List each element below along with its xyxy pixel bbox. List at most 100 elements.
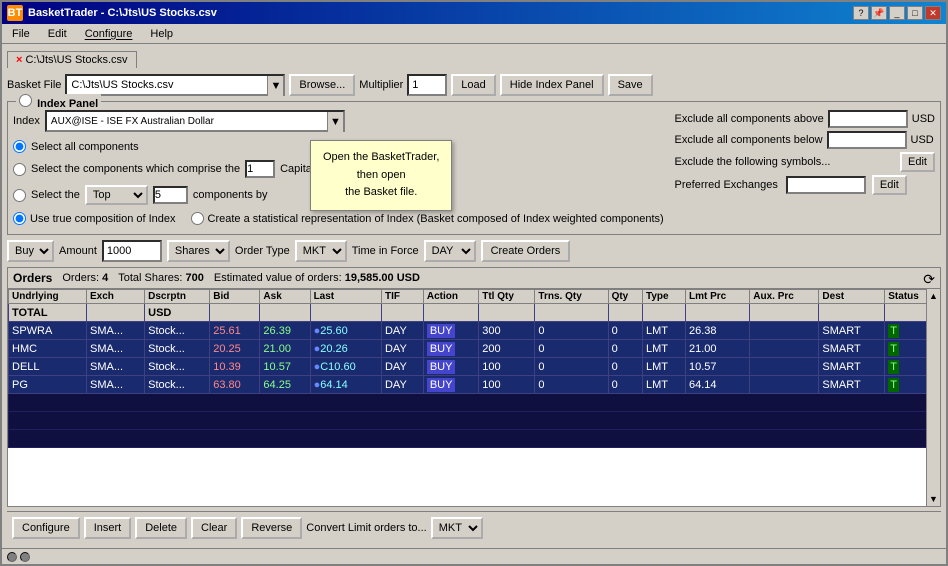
side-select[interactable]: Buy Sell <box>7 240 54 262</box>
order-type-select[interactable]: MKT LMT <box>295 240 347 262</box>
col-dest: Dest <box>819 290 885 304</box>
window-title: BasketTrader - C:\Jts\US Stocks.csv <box>28 7 217 19</box>
create-stat-radio[interactable] <box>191 212 204 225</box>
convert-select[interactable]: MKT LMT <box>431 517 483 539</box>
minimize-button[interactable]: _ <box>889 6 905 20</box>
col-underlying: Undrlying <box>9 290 87 304</box>
basket-file-arrow[interactable]: ▼ <box>267 76 283 96</box>
orders-table: Undrlying Exch Dscrptn Bid Ask Last TIF … <box>8 289 940 448</box>
col-qty: Qty <box>608 290 642 304</box>
menu-configure[interactable]: Configure <box>80 27 138 41</box>
menu-help[interactable]: Help <box>145 27 178 41</box>
status-bar <box>2 548 946 564</box>
index-label: Index <box>13 115 40 127</box>
main-window: BT BasketTrader - C:\Jts\US Stocks.csv ?… <box>0 0 948 566</box>
clear-button[interactable]: Clear <box>191 517 237 539</box>
insert-button[interactable]: Insert <box>84 517 132 539</box>
table-row[interactable]: SPWRA SMA... Stock... 25.61 26.39 ●25.60… <box>9 322 940 340</box>
table-row[interactable]: HMC SMA... Stock... 20.25 21.00 ●20.26 D… <box>9 340 940 358</box>
scroll-down-btn[interactable]: ▼ <box>927 492 940 506</box>
index-combo[interactable]: AUX@ISE - ISE FX Australian Dollar ▼ <box>45 110 345 132</box>
table-row-empty <box>9 430 940 448</box>
order-bar: Buy Sell Amount Shares Dollars Order Typ… <box>7 239 941 263</box>
comprise-input[interactable] <box>245 160 275 178</box>
menu-file[interactable]: File <box>7 27 35 41</box>
select-comprise-label: Select the components which comprise the <box>31 163 240 175</box>
orders-header: Orders Orders: 4 Total Shares: 700 Estim… <box>8 268 940 289</box>
col-type: Type <box>642 290 685 304</box>
col-bid: Bid <box>210 290 260 304</box>
tooltip: Open the BasketTrader, then open the Bas… <box>310 140 452 211</box>
edit1-button[interactable]: Edit <box>900 152 935 172</box>
exclude-above-unit: USD <box>912 113 935 125</box>
top-select[interactable]: Top Bottom <box>85 185 148 205</box>
scroll-icon[interactable]: ⟳ <box>923 271 935 288</box>
bottom-toolbar: Configure Insert Delete Clear Reverse Co… <box>7 511 941 543</box>
main-content: Basket File C:\Jts\US Stocks.csv ▼ Brows… <box>2 68 946 548</box>
tab-close-icon[interactable]: × <box>16 54 22 66</box>
time-label: Time in Force <box>352 245 419 257</box>
tooltip-line2: then open <box>323 167 439 185</box>
table-row[interactable]: DELL SMA... Stock... 10.39 10.57 ●C10.60… <box>9 358 940 376</box>
use-true-label: Use true composition of Index <box>30 213 176 225</box>
configure-button[interactable]: Configure <box>12 517 80 539</box>
index-panel-radio[interactable] <box>19 94 32 107</box>
create-orders-button[interactable]: Create Orders <box>481 240 571 262</box>
col-tif: TIF <box>381 290 423 304</box>
delete-button[interactable]: Delete <box>135 517 187 539</box>
title-bar: BT BasketTrader - C:\Jts\US Stocks.csv ?… <box>2 2 946 24</box>
exclude-below-unit: USD <box>911 134 934 146</box>
shares-select[interactable]: Shares Dollars <box>167 240 230 262</box>
table-row[interactable]: PG SMA... Stock... 63.80 64.25 ●64.14 DA… <box>9 376 940 394</box>
exclude-below-label: Exclude all components below <box>675 134 823 146</box>
index-value: AUX@ISE - ISE FX Australian Dollar <box>51 116 214 127</box>
scroll-up-btn[interactable]: ▲ <box>927 289 940 303</box>
menu-edit[interactable]: Edit <box>43 27 72 41</box>
col-ask: Ask <box>260 290 310 304</box>
exclude-below-row: Exclude all components below USD <box>675 131 935 149</box>
load-button[interactable]: Load <box>451 74 495 96</box>
app-icon: BT <box>7 5 23 21</box>
basket-file-label: Basket File <box>7 79 61 91</box>
pin-button[interactable]: 📌 <box>871 6 887 20</box>
hide-panel-button[interactable]: Hide Index Panel <box>500 74 604 96</box>
preferred-row: Preferred Exchanges Edit <box>675 175 935 195</box>
vertical-scrollbar[interactable]: ▲ ▼ <box>926 289 940 506</box>
orders-count: Orders: 4 <box>62 272 108 284</box>
select-top-radio[interactable] <box>13 189 26 202</box>
time-select[interactable]: DAY GTC <box>424 240 476 262</box>
exclude-symbols-label: Exclude the following symbols... <box>675 156 831 168</box>
col-trnsqty: Trns. Qty <box>535 290 608 304</box>
amount-input[interactable] <box>102 240 162 262</box>
index-panel: Index Panel Index AUX@ISE - ISE FX Austr… <box>7 101 941 235</box>
exclude-below-input[interactable] <box>827 131 907 149</box>
index-combo-arrow[interactable]: ▼ <box>327 112 343 132</box>
composition-row: Use true composition of Index Create a s… <box>13 212 667 225</box>
tab-file[interactable]: × C:\Jts\US Stocks.csv <box>7 51 137 68</box>
edit2-button[interactable]: Edit <box>872 175 907 195</box>
browse-button[interactable]: Browse... <box>289 74 355 96</box>
top-suffix-label: components by <box>193 189 268 201</box>
select-all-radio[interactable] <box>13 140 26 153</box>
col-ttlqty: Ttl Qty <box>479 290 535 304</box>
col-exch: Exch <box>87 290 145 304</box>
top-number-input[interactable] <box>153 186 188 204</box>
preferred-label: Preferred Exchanges <box>675 179 778 191</box>
multiplier-input[interactable] <box>407 74 447 96</box>
order-type-label: Order Type <box>235 245 290 257</box>
reverse-button[interactable]: Reverse <box>241 517 302 539</box>
select-comprise-radio[interactable] <box>13 163 26 176</box>
basket-file-combo[interactable]: C:\Jts\US Stocks.csv ▼ <box>65 74 285 96</box>
col-last: Last <box>310 290 381 304</box>
orders-estimated-value: 19,585.00 USD <box>345 272 420 284</box>
exclude-above-input[interactable] <box>828 110 908 128</box>
close-button[interactable]: ✕ <box>925 6 941 20</box>
window-controls: ? 📌 _ □ ✕ <box>853 6 941 20</box>
maximize-button[interactable]: □ <box>907 6 923 20</box>
save-button[interactable]: Save <box>608 74 653 96</box>
use-true-radio[interactable] <box>13 212 26 225</box>
table-row-total: TOTAL USD <box>9 304 940 322</box>
exclude-symbols-row: Exclude the following symbols... Edit <box>675 152 935 172</box>
preferred-input[interactable] <box>786 176 866 194</box>
help-button[interactable]: ? <box>853 6 869 20</box>
